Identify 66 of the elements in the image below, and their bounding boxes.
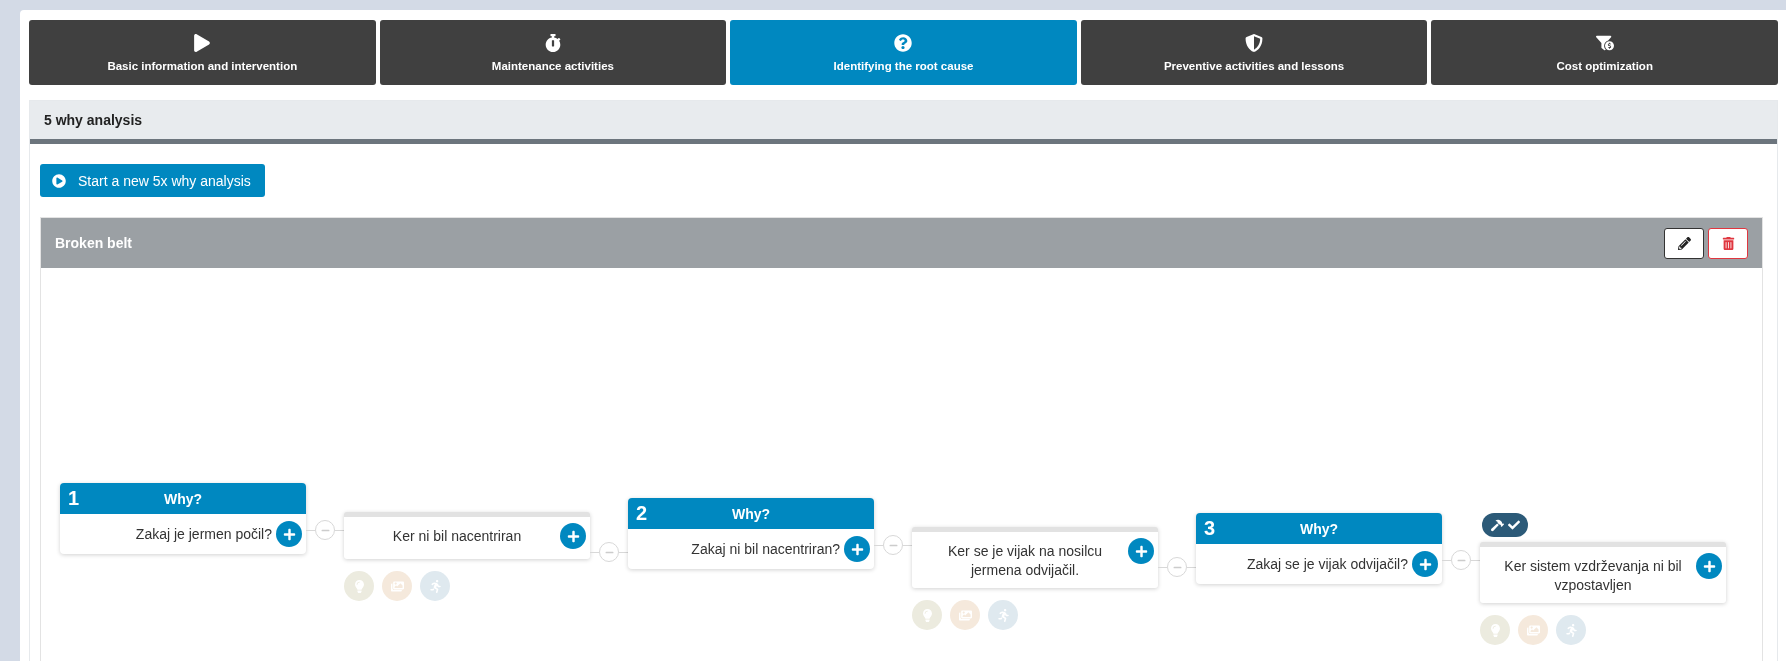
- shield-icon: [1245, 33, 1264, 52]
- add-button[interactable]: [560, 523, 586, 549]
- add-button[interactable]: [844, 536, 870, 562]
- tab[interactable]: Cost optimization: [1431, 20, 1778, 85]
- answer-text: Ker se je vijak na nosilcu jermena odvijačil.: [946, 542, 1104, 580]
- trash-icon: [1721, 236, 1735, 250]
- lightbulb-button[interactable]: [344, 571, 374, 601]
- lightbulb-button[interactable]: [1480, 615, 1510, 645]
- hammer-icon: [1490, 518, 1504, 532]
- lightbulb-icon: [920, 608, 934, 622]
- images-button[interactable]: [382, 571, 412, 601]
- why-label: Why?: [1298, 520, 1340, 537]
- add-button[interactable]: [276, 521, 302, 547]
- lightbulb-icon: [352, 579, 366, 593]
- images-icon: [958, 608, 972, 622]
- plus-icon: [1134, 544, 1148, 558]
- plus-icon: [850, 542, 864, 556]
- why-question: Zakaj se je vijak odvijačil?: [1245, 556, 1408, 572]
- why-question: Zakaj je jermen počil?: [134, 526, 272, 542]
- images-icon: [390, 579, 404, 593]
- add-button[interactable]: [1128, 538, 1154, 564]
- step-number: 1: [68, 487, 81, 510]
- images-button[interactable]: [1518, 615, 1548, 645]
- running-person-button[interactable]: [988, 600, 1018, 630]
- edit-button[interactable]: [1664, 227, 1704, 259]
- why-question: Zakaj ni bil nacentriran?: [690, 541, 840, 557]
- stopwatch-icon: [543, 33, 562, 52]
- question-icon: [894, 33, 913, 52]
- plus-icon: [566, 529, 580, 543]
- plus-icon: [282, 527, 296, 541]
- step-number: 2: [636, 502, 649, 525]
- remove-button[interactable]: [1451, 550, 1471, 570]
- play-icon: [193, 33, 212, 52]
- start-analysis-button[interactable]: Start a new 5x why analysis: [40, 164, 265, 197]
- answer-text: Ker sistem vzdrževanja ni bil vzpostavljen: [1503, 557, 1683, 595]
- tab[interactable]: Identifying the root cause: [730, 20, 1077, 85]
- remove-button[interactable]: [599, 542, 619, 562]
- add-button[interactable]: [1696, 553, 1722, 579]
- plus-icon: [1702, 559, 1716, 573]
- funnel-dollar-icon: [1595, 33, 1614, 52]
- step-number: 3: [1204, 517, 1217, 540]
- plus-icon: [1418, 557, 1432, 571]
- remove-button[interactable]: [883, 535, 903, 555]
- lightbulb-button[interactable]: [912, 600, 942, 630]
- why-label: Why?: [730, 505, 772, 522]
- why-label: Why?: [162, 490, 204, 507]
- images-icon: [1526, 623, 1540, 637]
- tab[interactable]: Basic information and intervention: [29, 20, 376, 85]
- analysis-title: Broken belt: [55, 235, 132, 251]
- remove-button[interactable]: [1167, 557, 1187, 577]
- tab[interactable]: Maintenance activities: [379, 20, 727, 85]
- running-person-button[interactable]: [1556, 615, 1586, 645]
- check-icon: [1507, 519, 1520, 531]
- section-title: 5 why analysis: [44, 112, 143, 128]
- remove-button[interactable]: [315, 520, 335, 540]
- lightbulb-icon: [1488, 623, 1502, 637]
- images-button[interactable]: [950, 600, 980, 630]
- running-person-button[interactable]: [420, 571, 450, 601]
- running-person-icon: [428, 579, 442, 593]
- pencil-icon: [1677, 236, 1691, 250]
- delete-button[interactable]: [1708, 227, 1748, 259]
- running-person-icon: [996, 608, 1010, 622]
- add-button[interactable]: [1412, 551, 1438, 577]
- answer-text: Ker ni bil nacentriran: [391, 527, 523, 546]
- tab[interactable]: Preventive activities and lessons: [1080, 20, 1428, 85]
- running-person-icon: [1564, 623, 1578, 637]
